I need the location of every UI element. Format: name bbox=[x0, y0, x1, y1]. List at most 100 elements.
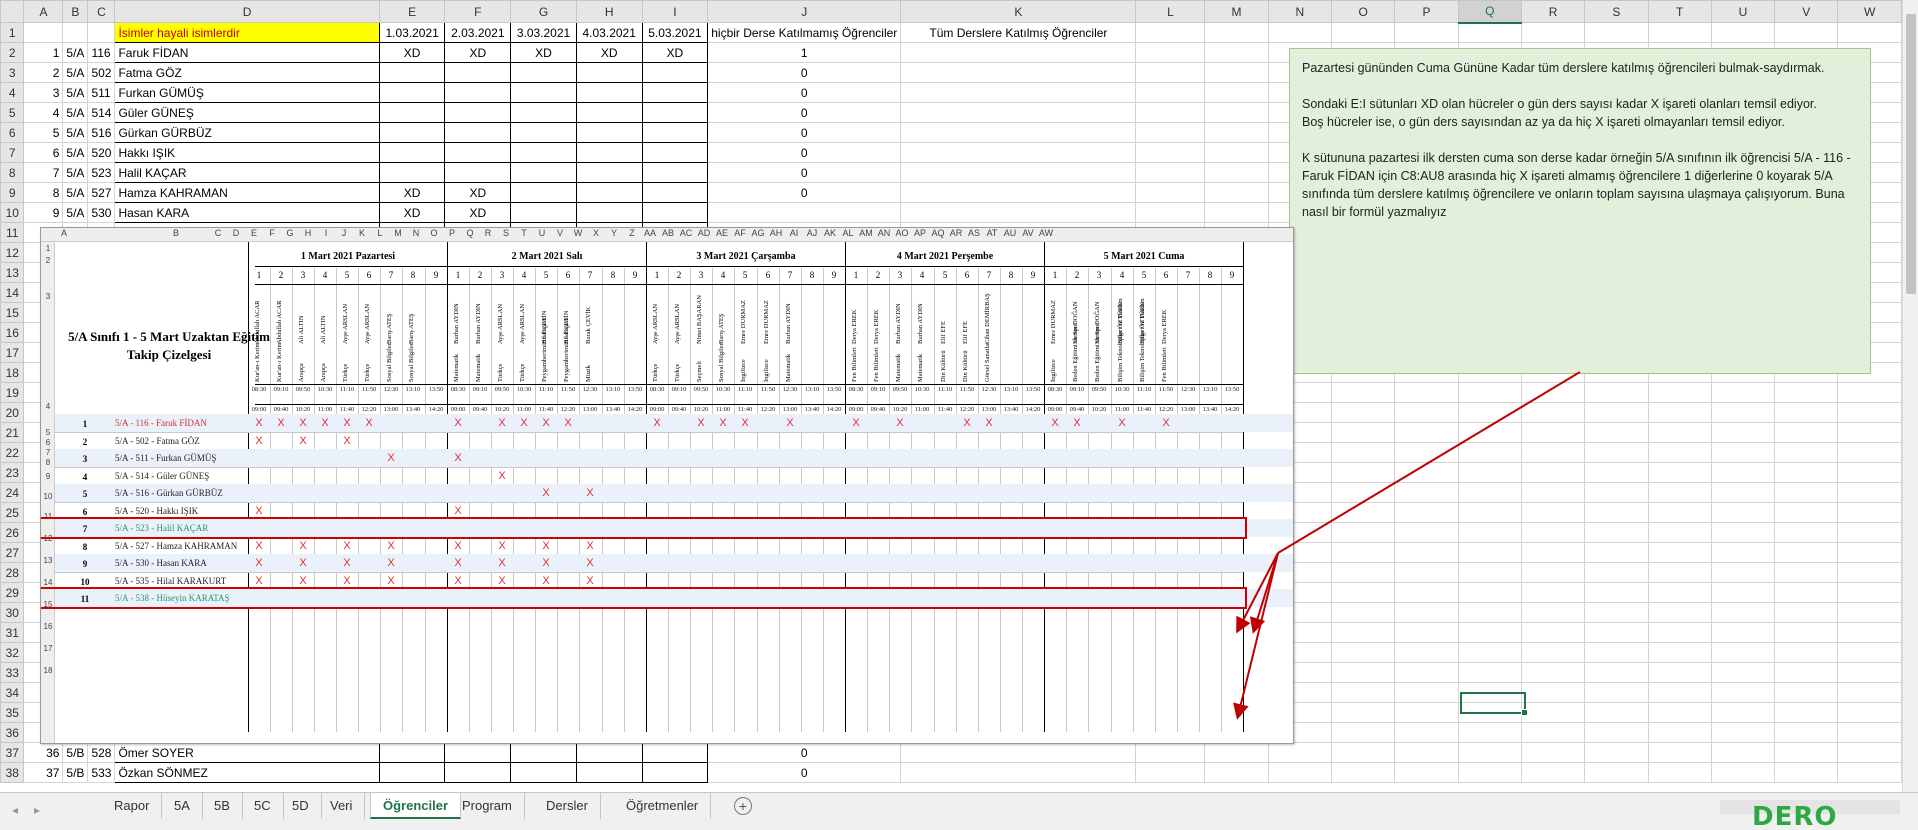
cell-d1-title[interactable]: İsimler hayali isimlerdir bbox=[114, 22, 380, 43]
cell[interactable] bbox=[1457, 582, 1522, 603]
row-header[interactable]: 35 bbox=[0, 702, 25, 723]
cell-class[interactable]: 5/A bbox=[62, 82, 89, 103]
cell[interactable] bbox=[1837, 422, 1902, 443]
cell[interactable] bbox=[1710, 582, 1776, 603]
cell-absent-flag[interactable]: 0 bbox=[707, 162, 902, 183]
cell-student-name[interactable]: Hakkı IŞIK bbox=[114, 142, 380, 163]
cell-student-no[interactable]: 527 bbox=[87, 182, 116, 203]
cell[interactable] bbox=[1710, 442, 1776, 463]
cell-day-mark[interactable] bbox=[378, 142, 446, 163]
cell-day-mark[interactable] bbox=[575, 762, 643, 783]
cell[interactable] bbox=[1135, 22, 1206, 43]
cell-day-mark[interactable]: XD bbox=[641, 42, 709, 63]
cell[interactable] bbox=[1331, 582, 1396, 603]
cell[interactable] bbox=[1394, 522, 1459, 543]
cell[interactable] bbox=[1837, 482, 1902, 503]
row-header[interactable]: 37 bbox=[0, 742, 25, 763]
cell-student-name[interactable]: Hamza KAHRAMAN bbox=[114, 182, 380, 203]
row-header[interactable]: 16 bbox=[0, 322, 25, 343]
cell-day-mark[interactable] bbox=[575, 182, 643, 203]
cell-index[interactable]: 37 bbox=[23, 762, 64, 783]
cell[interactable] bbox=[1647, 442, 1712, 463]
cell-day-mark[interactable]: XD bbox=[510, 42, 577, 63]
cell-student-no[interactable]: 514 bbox=[87, 102, 116, 123]
cell[interactable] bbox=[1520, 602, 1586, 623]
cell[interactable] bbox=[1135, 102, 1206, 123]
cell[interactable] bbox=[1710, 502, 1776, 523]
cell[interactable] bbox=[1837, 442, 1902, 463]
cell[interactable] bbox=[1710, 642, 1776, 663]
cell[interactable] bbox=[1647, 462, 1712, 483]
cell[interactable] bbox=[1837, 582, 1902, 603]
cell[interactable] bbox=[1457, 382, 1522, 403]
cell-all-attended[interactable] bbox=[900, 42, 1137, 63]
cell[interactable] bbox=[1331, 422, 1396, 443]
cell-class[interactable]: 5/B bbox=[62, 742, 89, 763]
cell[interactable] bbox=[1520, 462, 1586, 483]
cell[interactable] bbox=[1457, 462, 1522, 483]
row-header[interactable]: 21 bbox=[0, 422, 25, 443]
cell-day-mark[interactable] bbox=[378, 62, 446, 83]
cell[interactable] bbox=[1394, 562, 1459, 583]
note-box[interactable]: Pazartesi gününden Cuma Gününe Kadar tüm… bbox=[1289, 48, 1871, 374]
cell[interactable] bbox=[1204, 122, 1269, 143]
row-header[interactable]: 27 bbox=[0, 542, 25, 563]
cell[interactable] bbox=[1204, 102, 1269, 123]
cell[interactable] bbox=[1774, 422, 1839, 443]
cell-class[interactable]: 5/A bbox=[62, 102, 89, 123]
cell-day-mark[interactable] bbox=[510, 762, 577, 783]
cell[interactable] bbox=[1520, 402, 1586, 423]
cell[interactable] bbox=[1394, 402, 1459, 423]
cell-class[interactable]: 5/B bbox=[62, 762, 89, 783]
cell[interactable] bbox=[1331, 522, 1396, 543]
cell[interactable] bbox=[1584, 402, 1649, 423]
cell-day-mark[interactable] bbox=[510, 162, 577, 183]
cell[interactable] bbox=[1520, 762, 1586, 783]
cell[interactable] bbox=[1774, 22, 1839, 43]
cell-day-mark[interactable] bbox=[510, 202, 577, 223]
sheet-tab-dersler[interactable]: Dersler bbox=[534, 793, 601, 819]
cell[interactable] bbox=[1331, 442, 1396, 463]
cell[interactable] bbox=[1331, 602, 1396, 623]
tab-navigation-arrows[interactable]: ◂▸ bbox=[12, 803, 56, 817]
cell-day-mark[interactable] bbox=[641, 62, 709, 83]
cell[interactable] bbox=[1584, 22, 1649, 43]
cell-absent-flag[interactable]: 0 bbox=[707, 742, 902, 763]
table-row[interactable]: 38 37 5/B 533 Özkan SÖNMEZ 0 bbox=[0, 762, 1902, 783]
row-header[interactable]: 23 bbox=[0, 462, 25, 483]
cell-day-mark[interactable] bbox=[641, 182, 709, 203]
cell[interactable] bbox=[1520, 622, 1586, 643]
column-header-i[interactable]: I bbox=[641, 0, 709, 23]
cell-absent-flag[interactable]: 0 bbox=[707, 62, 902, 83]
vertical-scrollbar[interactable] bbox=[1902, 0, 1918, 792]
cell[interactable] bbox=[1647, 742, 1712, 763]
cell-student-no[interactable]: 528 bbox=[87, 742, 116, 763]
date-header-5[interactable]: 5.03.2021 bbox=[641, 22, 709, 43]
cell[interactable] bbox=[1331, 402, 1396, 423]
cell[interactable] bbox=[1710, 602, 1776, 623]
cell[interactable] bbox=[1837, 402, 1902, 423]
cell[interactable] bbox=[1394, 502, 1459, 523]
cell[interactable] bbox=[1135, 182, 1206, 203]
cell[interactable] bbox=[1837, 382, 1902, 403]
cell[interactable] bbox=[1774, 642, 1839, 663]
cell-day-mark[interactable] bbox=[641, 762, 709, 783]
cell-day-mark[interactable] bbox=[641, 742, 709, 763]
cell[interactable] bbox=[1394, 582, 1459, 603]
cell[interactable] bbox=[1584, 382, 1649, 403]
column-header-k[interactable]: K bbox=[900, 0, 1137, 23]
cell[interactable] bbox=[1584, 642, 1649, 663]
cell[interactable] bbox=[1710, 702, 1776, 723]
cell[interactable] bbox=[1647, 502, 1712, 523]
cell[interactable] bbox=[1584, 602, 1649, 623]
cell-day-mark[interactable]: XD bbox=[444, 42, 512, 63]
cell[interactable] bbox=[1457, 722, 1522, 743]
cell[interactable] bbox=[1647, 402, 1712, 423]
cell-b1[interactable] bbox=[62, 22, 89, 43]
cell-student-name[interactable]: Gürkan GÜRBÜZ bbox=[114, 122, 380, 143]
cell[interactable] bbox=[1394, 22, 1459, 43]
cell-student-name[interactable]: Furkan GÜMÜŞ bbox=[114, 82, 380, 103]
cell-day-mark[interactable] bbox=[641, 122, 709, 143]
column-header-c[interactable]: C bbox=[87, 0, 116, 23]
cell-student-no[interactable]: 530 bbox=[87, 202, 116, 223]
